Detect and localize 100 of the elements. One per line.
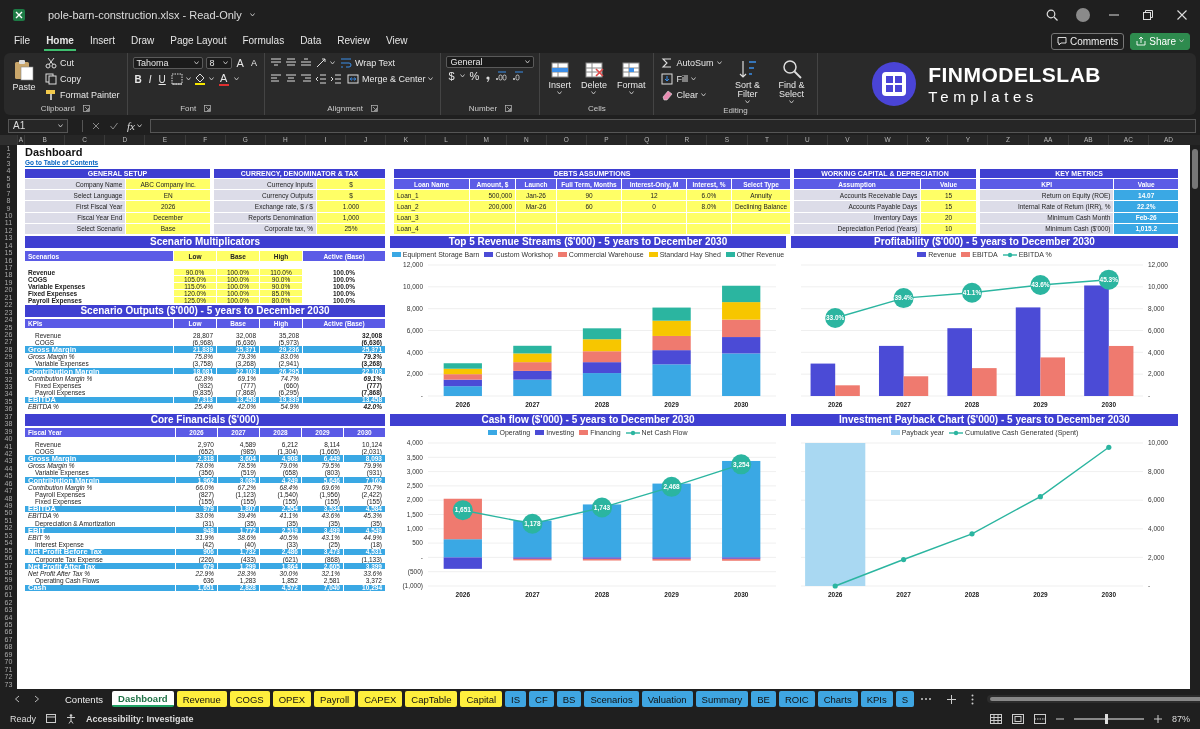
align-icon[interactable] bbox=[284, 57, 297, 69]
dialog-launcher-icon[interactable] bbox=[82, 104, 90, 112]
comments-button[interactable]: Comments bbox=[1050, 32, 1125, 50]
font-name-field[interactable]: Tahoma bbox=[132, 57, 203, 69]
ribbon-button[interactable]: Merge & Center bbox=[344, 72, 436, 86]
sheet-tab[interactable]: Charts bbox=[817, 691, 858, 707]
menu-tab[interactable]: Insert bbox=[87, 31, 117, 51]
sheet-tab[interactable]: ROIC bbox=[778, 691, 815, 707]
font-color-button[interactable]: A bbox=[216, 72, 231, 86]
dialog-launcher-icon[interactable] bbox=[370, 104, 378, 112]
sheet-tab[interactable]: Payroll bbox=[314, 691, 356, 707]
align-icon[interactable] bbox=[269, 73, 282, 85]
text-angle-icon[interactable] bbox=[314, 57, 327, 69]
sheet-tab[interactable]: S bbox=[895, 691, 915, 707]
paint-bucket-icon[interactable] bbox=[193, 73, 206, 85]
sheet-tab[interactable]: COGS bbox=[229, 691, 270, 707]
grid-logo-icon bbox=[872, 62, 917, 106]
sheet-tab[interactable]: BE bbox=[751, 691, 776, 707]
caret-icon bbox=[1179, 39, 1184, 43]
name-box[interactable]: A1 bbox=[8, 118, 68, 133]
sheet-tab[interactable]: CAPEX bbox=[358, 691, 403, 707]
sheet-tab[interactable]: Dashboard bbox=[112, 691, 174, 707]
accessibility-status[interactable]: Accessibility: Investigate bbox=[86, 713, 194, 724]
sheet-tab[interactable]: CapTable bbox=[405, 691, 458, 707]
font-size-field[interactable]: 8 bbox=[205, 57, 232, 69]
ribbon-button[interactable]: Fill bbox=[659, 72, 724, 86]
caret-icon bbox=[690, 77, 696, 81]
page-layout-icon[interactable] bbox=[1012, 713, 1024, 724]
ribbon-button[interactable]: AutoSum bbox=[659, 56, 724, 70]
page-break-icon[interactable] bbox=[1034, 713, 1046, 724]
dialog-launcher-icon[interactable] bbox=[204, 104, 212, 112]
sheet-tab[interactable]: BS bbox=[556, 691, 582, 707]
menu-tab[interactable]: Home bbox=[44, 31, 76, 51]
ribbon-button[interactable]: Format bbox=[613, 56, 649, 97]
menu-tab[interactable]: File bbox=[12, 31, 33, 51]
bar bbox=[582, 328, 622, 340]
dialog-launcher-icon[interactable] bbox=[505, 104, 513, 112]
avatar[interactable] bbox=[1076, 8, 1090, 22]
ribbon-button[interactable]: Insert bbox=[545, 56, 574, 97]
cancel-icon[interactable] bbox=[91, 120, 101, 131]
next-sheet-icon[interactable] bbox=[34, 695, 40, 703]
previous-sheet-icon[interactable] bbox=[14, 695, 20, 703]
horizontal-scrollbar[interactable] bbox=[987, 695, 1200, 703]
close-icon[interactable] bbox=[1176, 9, 1188, 21]
sheet-tab[interactable]: IS bbox=[505, 691, 527, 707]
ribbon-button[interactable]: Cut bbox=[43, 56, 122, 70]
borders-icon[interactable] bbox=[170, 73, 183, 85]
menu-tab[interactable]: Formulas bbox=[240, 31, 287, 51]
ribbon-button[interactable]: Wrap Text bbox=[337, 56, 398, 70]
menu-tab[interactable]: Draw bbox=[128, 31, 157, 51]
increase-decimal-icon[interactable] bbox=[495, 70, 510, 82]
shrink-font-button[interactable]: A bbox=[248, 57, 259, 69]
ribbon-button[interactable]: Delete bbox=[577, 56, 610, 97]
accessibility-icon[interactable] bbox=[66, 713, 76, 724]
add-sheet-icon[interactable] bbox=[947, 694, 957, 704]
decrease-indent-icon[interactable] bbox=[314, 73, 327, 85]
sheet-tab[interactable]: CF bbox=[529, 691, 554, 707]
number-format-field[interactable]: General bbox=[446, 56, 535, 68]
share-button[interactable]: Share bbox=[1130, 32, 1190, 50]
percent-button[interactable]: % bbox=[467, 70, 482, 82]
align-icon[interactable] bbox=[284, 73, 297, 85]
more-icon[interactable] bbox=[920, 697, 933, 701]
options-icon[interactable] bbox=[971, 693, 975, 705]
sheet-tab[interactable]: OPEX bbox=[272, 691, 312, 707]
check-icon[interactable] bbox=[109, 120, 119, 131]
menu-tab[interactable]: Page Layout bbox=[168, 31, 229, 51]
ribbon-button[interactable]: Paste bbox=[9, 56, 39, 94]
zoom-level[interactable]: 87% bbox=[1172, 713, 1190, 724]
currency-button[interactable]: $ bbox=[446, 70, 457, 82]
menu-tab[interactable]: Data bbox=[298, 31, 324, 51]
zoom-slider-thumb[interactable] bbox=[1105, 713, 1109, 724]
sheet-tab[interactable]: Contents bbox=[59, 691, 110, 707]
ribbon-button[interactable]: Copy bbox=[43, 72, 122, 86]
grow-font-button[interactable]: A bbox=[234, 56, 246, 70]
ribbon-button[interactable]: Clear bbox=[659, 88, 724, 102]
increase-indent-icon[interactable] bbox=[329, 73, 342, 85]
insert-function-button[interactable]: fx bbox=[127, 119, 142, 132]
sheet-tab[interactable]: Valuation bbox=[641, 691, 693, 707]
zoom-in-icon[interactable] bbox=[1154, 714, 1162, 723]
ribbon-button[interactable]: Sort & Filter bbox=[727, 56, 768, 106]
underline-button[interactable]: U bbox=[156, 72, 168, 86]
formula-field[interactable] bbox=[149, 118, 1196, 133]
search-icon[interactable] bbox=[1046, 9, 1058, 21]
align-icon[interactable] bbox=[269, 57, 282, 69]
sheet-tab[interactable]: Summary bbox=[695, 691, 749, 707]
italic-button[interactable]: I bbox=[146, 72, 154, 86]
align-icon[interactable] bbox=[299, 57, 312, 69]
bold-button[interactable]: B bbox=[132, 72, 144, 86]
align-icon[interactable] bbox=[299, 73, 312, 85]
caret-icon bbox=[185, 77, 191, 81]
normal-view-icon[interactable] bbox=[990, 713, 1002, 724]
sheet-tab[interactable]: Revenue bbox=[176, 691, 227, 707]
restore-icon[interactable] bbox=[1142, 9, 1154, 21]
menu-tab[interactable]: Review bbox=[335, 31, 373, 51]
sheet-tab[interactable]: Scenarios bbox=[584, 691, 639, 707]
sheet-tab[interactable]: KPIs bbox=[860, 691, 893, 707]
ribbon-button[interactable]: Find & Select bbox=[771, 56, 812, 106]
ribbon-button[interactable]: Format Painter bbox=[43, 88, 122, 102]
sheet-tab[interactable]: Capital bbox=[460, 691, 503, 707]
menu-tab[interactable]: View bbox=[384, 31, 410, 51]
